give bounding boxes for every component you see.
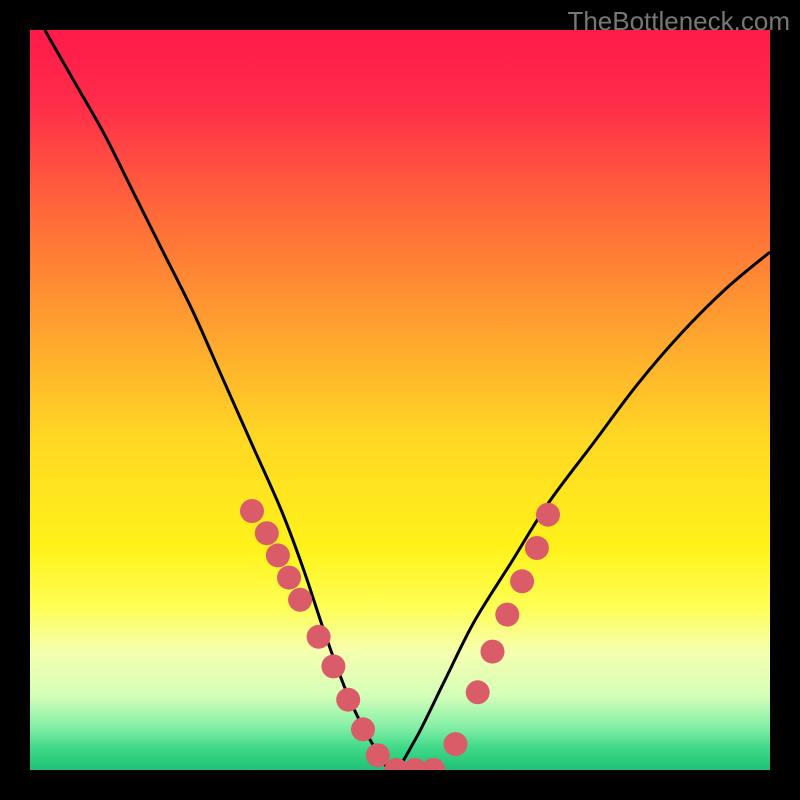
data-point (288, 588, 312, 612)
data-point (466, 680, 490, 704)
data-point (321, 654, 345, 678)
data-point (510, 569, 534, 593)
data-point (277, 566, 301, 590)
data-point (336, 688, 360, 712)
data-point (351, 717, 375, 741)
chart-overlay (30, 30, 770, 770)
data-point (536, 503, 560, 527)
data-point (421, 758, 445, 770)
data-point (444, 732, 468, 756)
data-point (266, 543, 290, 567)
chart-plot-area (30, 30, 770, 770)
watermark-text: TheBottleneck.com (567, 6, 790, 37)
bottleneck-curve (45, 30, 770, 770)
data-point (307, 625, 331, 649)
data-point (255, 521, 279, 545)
data-point (481, 640, 505, 664)
data-point (240, 499, 264, 523)
data-points-group (240, 499, 560, 770)
data-point (525, 536, 549, 560)
data-point (495, 603, 519, 627)
